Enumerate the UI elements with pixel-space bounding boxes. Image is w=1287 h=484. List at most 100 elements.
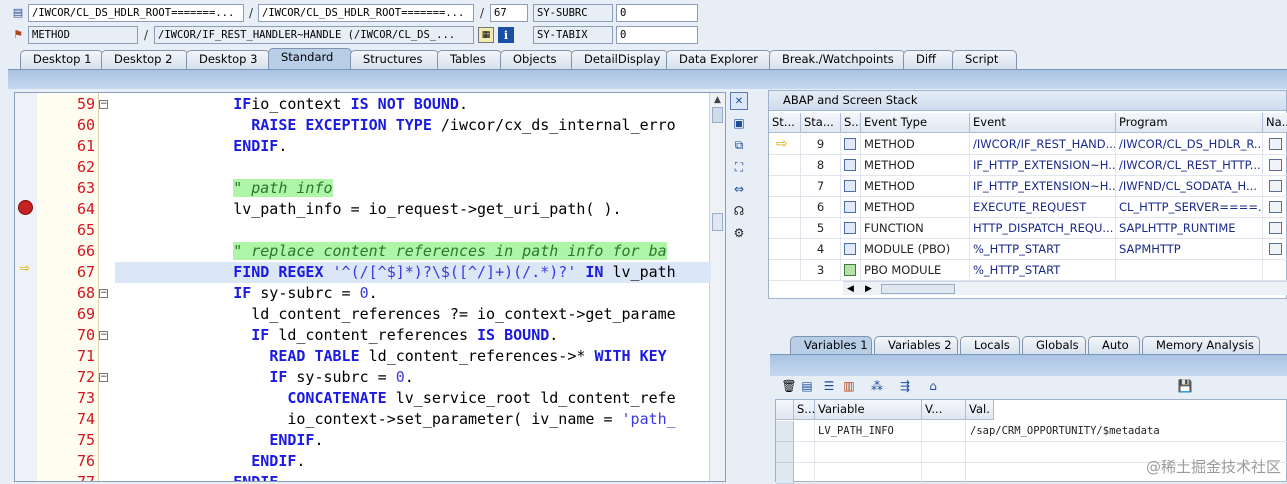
new-window-icon[interactable]: ▣ (730, 114, 748, 132)
stack-cell-event[interactable]: %_HTTP_START (970, 260, 1116, 281)
stack-column-header[interactable]: St... (769, 113, 801, 133)
tab-break-watchpoints[interactable]: Break./Watchpoints (769, 50, 905, 69)
tab-script[interactable]: Script (952, 50, 1017, 69)
stack-column-header[interactable]: S... (841, 113, 861, 133)
navigate-icon[interactable]: ⇶ (896, 377, 914, 395)
sysvar2-name-field[interactable]: SY-TABIX (533, 26, 613, 44)
detail-icon[interactable]: ▤ (798, 377, 816, 395)
var-tab-memory-analysis[interactable]: Memory Analysis (1142, 336, 1260, 355)
display-source-icon[interactable] (1269, 222, 1282, 234)
close-icon[interactable]: ✕ (730, 92, 748, 110)
code-line[interactable] (15, 178, 725, 199)
event-field[interactable]: /IWCOR/IF_REST_HANDLER~HANDLE (/IWCOR/CL… (154, 26, 474, 44)
tab-detaildisplay[interactable]: DetailDisplay (571, 50, 668, 69)
code-line[interactable] (15, 430, 725, 451)
scroll-left-icon[interactable]: ◀ (847, 282, 854, 296)
var-column-header[interactable]: V... (922, 400, 966, 420)
code-line[interactable] (15, 451, 725, 472)
tab-standard[interactable]: Standard (268, 48, 352, 69)
stack-horizontal-scrollbar[interactable]: ◀ ▶ (843, 281, 1287, 295)
var-column-header[interactable]: Variable (815, 400, 922, 420)
tab-desktop-1[interactable]: Desktop 1 (20, 50, 103, 69)
row-selector[interactable] (776, 463, 794, 484)
stack-nav-cell[interactable] (1263, 197, 1287, 218)
folder-icon[interactable]: ⌂ (924, 377, 942, 395)
line-number-field[interactable]: 67 (490, 4, 528, 22)
var-tab-globals[interactable]: Globals (1022, 336, 1086, 355)
var-tab-auto[interactable]: Auto (1088, 336, 1140, 355)
var-column-header[interactable]: S... (794, 400, 815, 420)
stack-cell-program[interactable]: /IWFND/CL_SODATA_H... (1116, 176, 1263, 197)
stack-column-header[interactable]: Event (970, 113, 1116, 133)
swap-icon[interactable]: ⧉ (730, 136, 748, 154)
stack-nav-cell[interactable] (1263, 176, 1287, 197)
tab-structures[interactable]: Structures (350, 50, 439, 69)
scroll-right-icon[interactable]: ▶ (865, 282, 872, 296)
stack-column-header[interactable]: Event Type (861, 113, 970, 133)
stack-cell-event[interactable]: EXECUTE_REQUEST (970, 197, 1116, 218)
stack-cell-program[interactable] (1116, 260, 1263, 281)
stack-cell-event[interactable]: HTTP_DISPATCH_REQU... (970, 218, 1116, 239)
stack-cell-event[interactable]: /IWCOR/IF_REST_HAND... (970, 134, 1116, 155)
breakpoint-icon[interactable] (18, 200, 33, 215)
var-column-header[interactable]: Val. (966, 400, 994, 420)
stack-cell-program[interactable]: /IWCOR/CL_DS_HDLR_R... (1116, 134, 1263, 155)
row-selector[interactable] (776, 442, 794, 463)
fold-toggle-icon[interactable]: − (99, 373, 108, 382)
stack-nav-cell[interactable] (1263, 155, 1287, 176)
sysvar-value-field[interactable]: 0 (616, 4, 698, 22)
code-line[interactable] (15, 136, 725, 157)
stack-column-header[interactable]: Program (1116, 113, 1263, 133)
code-line[interactable] (15, 472, 725, 481)
stack-cell-event[interactable]: IF_HTTP_EXTENSION~H... (970, 155, 1116, 176)
tab-data-explorer[interactable]: Data Explorer (666, 50, 771, 69)
tab-tables[interactable]: Tables (437, 50, 502, 69)
display-source-icon[interactable] (1269, 138, 1282, 150)
sysvar-name-field[interactable]: SY-SUBRC (533, 4, 613, 22)
tab-desktop-2[interactable]: Desktop 2 (101, 50, 188, 69)
source-editor[interactable]: ▲ 59− IFio_context IS NOT BOUND. 60 RAISE… (14, 92, 726, 482)
stack-cell-program[interactable]: /IWCOR/CL_REST_HTTP... (1116, 155, 1263, 176)
stack-cell-program[interactable]: SAPLHTTP_RUNTIME (1116, 218, 1263, 239)
stack-nav-cell[interactable] (1263, 239, 1287, 260)
fold-toggle-icon[interactable]: − (99, 331, 108, 340)
tree-icon[interactable]: ⁂ (868, 377, 886, 395)
var-cell-name[interactable]: LV_PATH_INFO (815, 421, 922, 442)
display-source-icon[interactable] (1269, 201, 1282, 213)
stack-column-header[interactable]: Sta... (801, 113, 841, 133)
list-icon[interactable]: ☰ (820, 377, 838, 395)
delete-icon[interactable]: 🗑 (780, 377, 798, 395)
source-code-icon[interactable]: ▦ (478, 27, 494, 43)
change-icon[interactable]: ▥ (840, 377, 858, 395)
stack-cell-program[interactable]: SAPMHTTP (1116, 239, 1263, 260)
display-source-icon[interactable] (1269, 180, 1282, 192)
var-tab-variables-1[interactable]: Variables 1 (790, 336, 872, 355)
stack-cell-event[interactable]: %_HTTP_START (970, 239, 1116, 260)
display-source-icon[interactable] (1269, 159, 1282, 171)
tab-diff[interactable]: Diff (903, 50, 954, 69)
tab-desktop-3[interactable]: Desktop 3 (186, 50, 270, 69)
main-program-field[interactable]: /IWCOR/CL_DS_HDLR_ROOT=======... (28, 4, 244, 22)
var-cell-name[interactable] (815, 442, 922, 463)
sysvar2-value-field[interactable]: 0 (616, 26, 698, 44)
stack-cell-event[interactable]: IF_HTTP_EXTENSION~H... (970, 176, 1116, 197)
display-source-icon[interactable] (1269, 243, 1282, 255)
stack-nav-cell[interactable] (1263, 218, 1287, 239)
info-icon[interactable]: i (498, 27, 514, 43)
code-line[interactable] (15, 157, 725, 178)
var-tab-variables-2[interactable]: Variables 2 (874, 336, 958, 355)
code-line[interactable] (15, 220, 725, 241)
stack-nav-cell[interactable] (1263, 260, 1287, 281)
fold-toggle-icon[interactable]: − (99, 100, 108, 109)
tab-objects[interactable]: Objects (500, 50, 573, 69)
expand-width-icon[interactable]: ⇔ (730, 180, 748, 198)
settings-icon[interactable]: ⚙ (730, 224, 748, 242)
var-cell-name[interactable] (815, 463, 922, 484)
fold-toggle-icon[interactable]: − (99, 289, 108, 298)
event-type-field[interactable]: METHOD (28, 26, 138, 44)
row-selector-header[interactable] (776, 400, 794, 420)
scroll-thumb[interactable] (881, 284, 955, 294)
save-icon[interactable]: 💾 (1176, 377, 1194, 395)
row-selector[interactable] (776, 421, 794, 442)
var-tab-locals[interactable]: Locals (960, 336, 1020, 355)
